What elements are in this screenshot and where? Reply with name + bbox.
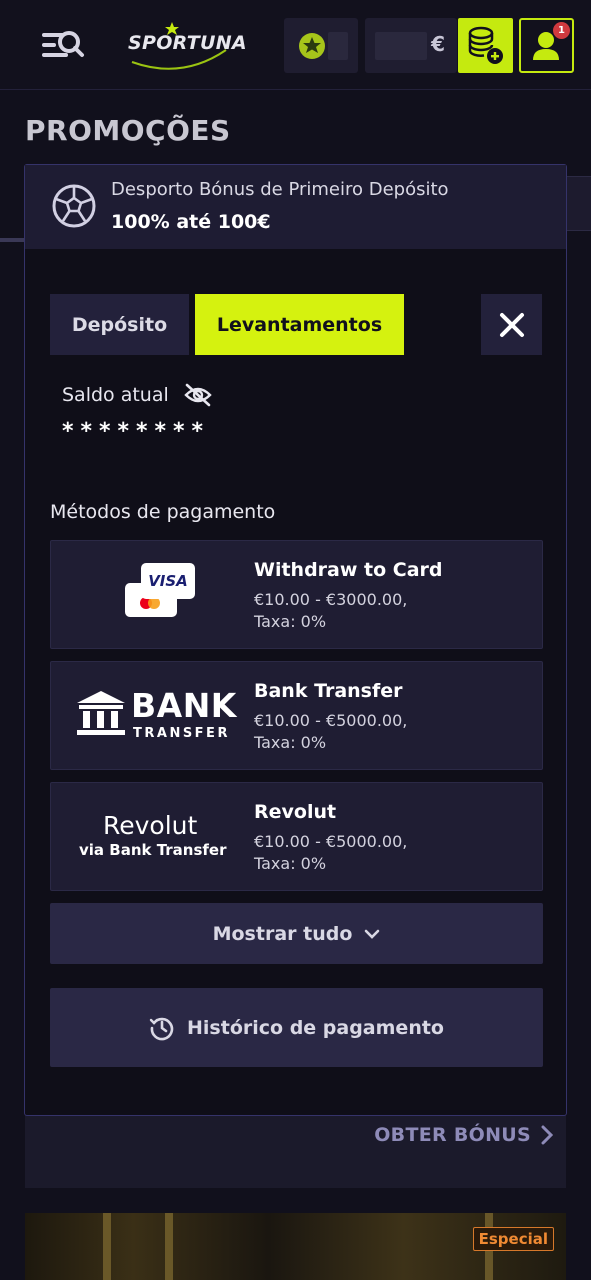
- bonus-coins-value-redacted: [328, 32, 348, 60]
- method-withdraw-to-card[interactable]: VISA Withdraw to Card €10.00 - €3000.00,…: [50, 540, 543, 649]
- balance-value-redacted: [375, 32, 427, 60]
- revolut-logo-text: Revolut: [103, 811, 198, 840]
- method-fee: Taxa: 0%: [254, 612, 327, 631]
- chevron-down-icon: [365, 929, 380, 939]
- balance-row: Saldo atual: [62, 383, 213, 407]
- deposit-button[interactable]: [458, 18, 513, 73]
- coins-plus-icon: [468, 26, 503, 64]
- logo-text: SPORTUNA: [128, 32, 247, 54]
- revolut-logo: Revolut via Bank Transfer: [73, 803, 233, 871]
- payment-history-label: Histórico de pagamento: [187, 1016, 444, 1039]
- banner-light-ray: [103, 1213, 111, 1280]
- chevron-right-icon: [541, 1125, 553, 1145]
- method-fee: Taxa: 0%: [254, 854, 327, 873]
- promo-card[interactable]: Desporto Bónus de Primeiro Depósito 100%…: [25, 165, 566, 249]
- tab-withdrawals[interactable]: Levantamentos: [195, 294, 404, 355]
- especial-badge: Especial: [472, 1227, 554, 1251]
- bank-building-icon: [77, 691, 125, 735]
- method-name: Revolut: [254, 801, 337, 823]
- payment-methods-label: Métodos de pagamento: [50, 501, 276, 523]
- banner-light-ray: [165, 1213, 173, 1280]
- sportuna-logo[interactable]: SPORTUNA: [122, 20, 247, 72]
- method-range: €10.00 - €5000.00,: [254, 832, 408, 851]
- obter-bonus-label: OBTER BÓNUS: [374, 1124, 531, 1146]
- special-promo-banner[interactable]: Especial: [25, 1213, 566, 1280]
- notification-badge: 1: [553, 22, 570, 39]
- bank-logo-subtext: TRANSFER: [133, 726, 230, 741]
- bonus-coin-icon: [299, 33, 325, 59]
- menu-search-icon: [42, 31, 84, 57]
- balance-hidden-value: ********: [62, 419, 211, 444]
- obter-bonus-link[interactable]: OBTER BÓNUS: [374, 1124, 553, 1146]
- method-range: €10.00 - €3000.00,: [254, 590, 408, 609]
- balance-currency: €: [431, 32, 445, 56]
- bank-logo: BANK TRANSFER: [73, 682, 236, 750]
- close-button[interactable]: [481, 294, 542, 355]
- page-title: PROMOÇÕES: [25, 114, 231, 147]
- soccer-ball-icon: [52, 184, 96, 228]
- method-bank-transfer[interactable]: BANK TRANSFER Bank Transfer €10.00 - €50…: [50, 661, 543, 770]
- payment-modal: Desporto Bónus de Primeiro Depósito 100%…: [24, 164, 567, 1116]
- method-name: Withdraw to Card: [254, 559, 443, 581]
- card-logo: VISA: [73, 561, 233, 629]
- promo-value: 100% até 100€: [111, 211, 271, 233]
- profile-button[interactable]: 1: [519, 18, 574, 73]
- history-icon: [149, 1017, 174, 1040]
- promo-title: Desporto Bónus de Primeiro Depósito: [111, 179, 449, 200]
- balance-widget[interactable]: €: [365, 18, 457, 73]
- show-all-button[interactable]: Mostrar tudo: [50, 903, 543, 964]
- visa-card: VISA: [141, 563, 195, 599]
- method-revolut[interactable]: Revolut via Bank Transfer Revolut €10.00…: [50, 782, 543, 891]
- revolut-logo-subtext: via Bank Transfer: [79, 841, 227, 859]
- payment-history-button[interactable]: Histórico de pagamento: [50, 988, 543, 1067]
- eye-off-icon[interactable]: [183, 383, 213, 407]
- tab-deposit[interactable]: Depósito: [50, 294, 189, 355]
- background-promo-edge: [565, 176, 591, 231]
- method-fee: Taxa: 0%: [254, 733, 327, 752]
- bank-logo-text: BANK: [131, 686, 237, 725]
- method-name: Bank Transfer: [254, 680, 403, 702]
- menu-search-button[interactable]: [40, 26, 86, 66]
- top-header: SPORTUNA € 1: [0, 0, 591, 90]
- bonus-coins-widget[interactable]: [284, 18, 358, 73]
- balance-label: Saldo atual: [62, 384, 169, 406]
- show-all-label: Mostrar tudo: [212, 922, 353, 945]
- background-promo-card: [25, 1110, 566, 1188]
- close-icon: [499, 312, 524, 337]
- method-range: €10.00 - €5000.00,: [254, 711, 408, 730]
